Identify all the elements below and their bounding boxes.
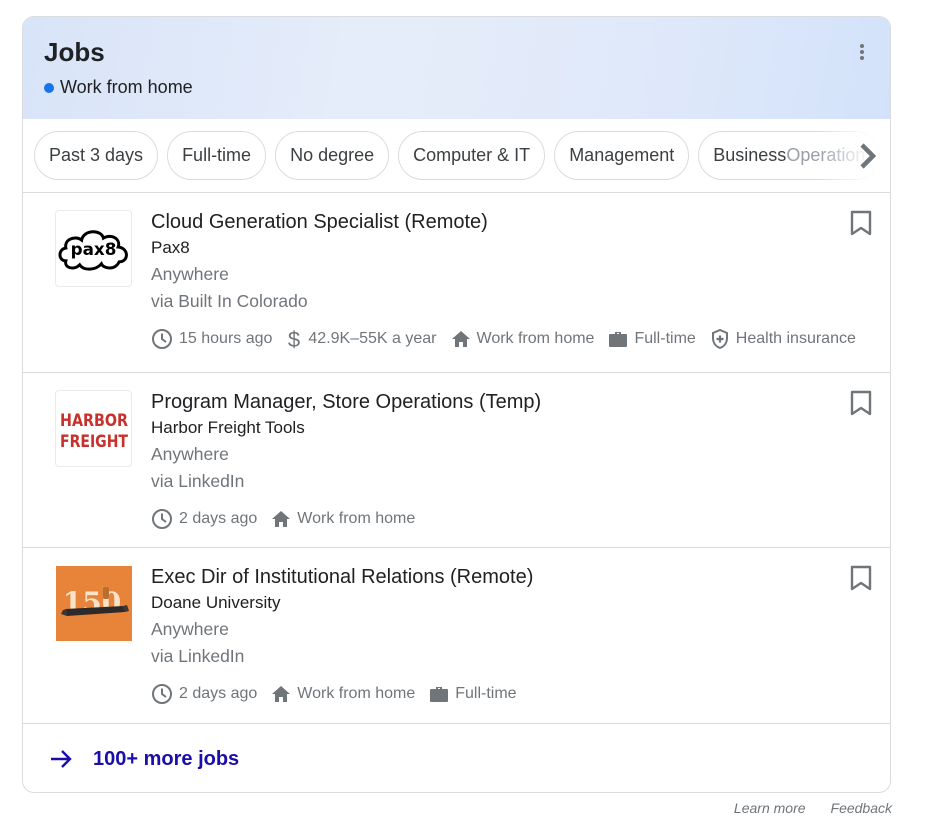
briefcase-icon [609,332,628,347]
salary-text: 42.9K–55K a year [308,330,437,347]
clock-icon [152,329,172,349]
benefit: Health insurance [710,328,856,350]
posted-time-text: 2 days ago [179,510,258,527]
more-jobs-label: 100+ more jobs [93,747,240,770]
more-vert-icon-dot [860,50,864,54]
work-type-text: Work from home [297,510,416,527]
svg-text:HARBOR: HARBOR [60,411,128,431]
chip-label: No degree [290,145,375,165]
chip-label: Business [713,145,787,165]
svg-text:FREIGHT: FREIGHT [60,432,128,452]
work-type: Work from home [271,685,415,703]
chip-past-3-days[interactable]: Past 3 days [34,131,159,180]
learn-more-link[interactable]: Learn more [734,800,806,816]
active-filter: Work from home [44,77,193,98]
posted-time: 2 days ago [151,508,257,530]
chip-full-time[interactable]: Full-time [167,131,267,180]
posted-time-text: 15 hours ago [179,330,273,347]
job-company: Harbor Freight Tools [151,418,305,437]
job-info: Exec Dir of Institutional Relations (Rem… [151,564,533,705]
work-type-text: Work from home [476,330,595,347]
pax8-logo-icon: pax8 [58,229,128,271]
job-meta: 15 hours ago $ 42.9K–55K a year Work fro… [151,328,870,350]
clock-icon [152,509,172,529]
chip-management[interactable]: Management [554,131,690,180]
benefit-text: Health insurance [735,330,856,347]
chip-label: Past 3 days [49,145,144,165]
clock-icon [152,684,172,704]
posted-time-text: 2 days ago [179,685,258,702]
briefcase-icon [430,687,449,702]
chip-label: Computer & IT [413,145,531,165]
chip-label: Management [569,145,675,165]
schedule-text: Full-time [634,330,696,347]
salary: $ 42.9K–55K a year [286,328,436,350]
jobs-card: Jobs Work from home Past 3 days Full-tim… [22,16,891,793]
more-options-button[interactable] [854,41,870,63]
work-type-text: Work from home [297,685,416,702]
more-jobs-link[interactable]: 100+ more jobs [23,725,890,792]
harbor-freight-logo-icon: HARBOR FREIGHT [60,411,128,452]
svg-text:pax8: pax8 [71,238,117,258]
job-title[interactable]: Exec Dir of Institutional Relations (Rem… [151,564,533,590]
job-source: via Built In Colorado [151,290,308,311]
job-listing[interactable]: pax8 Cloud Generation Specialist (Remote… [23,193,890,373]
more-vert-icon [860,44,864,48]
job-company: Pax8 [151,238,190,257]
job-listing[interactable]: 150 Exec Dir of Institutional Relations … [23,548,890,724]
job-title[interactable]: Program Manager, Store Operations (Temp) [151,389,541,415]
job-title[interactable]: Cloud Generation Specialist (Remote) [151,209,870,235]
doane-150-logo-icon: 150 [61,586,129,619]
bookmark-icon[interactable] [849,209,873,237]
posted-time: 2 days ago [151,683,257,705]
schedule: Full-time [608,330,696,348]
job-info: Cloud Generation Specialist (Remote) Pax… [151,209,870,350]
job-meta: 2 days ago Work from home [151,508,541,530]
schedule: Full-time [429,685,517,703]
home-icon [451,331,470,347]
job-location: Anywhere [151,444,229,464]
active-filter-label: Work from home [60,77,193,97]
job-info: Program Manager, Store Operations (Temp)… [151,389,541,530]
schedule-text: Full-time [455,685,517,702]
feedback-link[interactable]: Feedback [831,800,892,816]
footer-links: Learn more Feedback [709,800,892,816]
chip-no-degree[interactable]: No degree [275,131,390,180]
work-type: Work from home [271,510,415,528]
filter-dot-icon [44,82,54,93]
work-type: Work from home [451,330,595,348]
posted-time: 15 hours ago [151,328,272,350]
jobs-title: Jobs [44,37,105,67]
filter-chips-row: Past 3 days Full-time No degree Computer… [23,119,890,193]
job-source: via LinkedIn [151,470,245,491]
arrow-right-icon [51,750,72,768]
job-listing[interactable]: HARBOR FREIGHT Program Manager, Store Op… [23,373,890,548]
home-icon [272,511,291,527]
dollar-icon: $ [288,328,300,350]
job-source: via LinkedIn [151,645,245,666]
more-vert-icon-dot [860,56,864,60]
job-company: Doane University [151,593,281,612]
home-icon [272,686,291,702]
health-shield-icon [711,328,728,350]
company-logo-doane: 150 [56,566,132,641]
bookmark-icon[interactable] [849,389,873,417]
jobs-header: Jobs Work from home [23,17,890,119]
chip-computer-it[interactable]: Computer & IT [398,131,546,180]
chevron-right-icon[interactable] [856,141,880,171]
job-location: Anywhere [151,264,229,284]
job-meta: 2 days ago Work from home Full-time [151,683,533,705]
company-logo-pax8: pax8 [55,210,132,287]
job-location: Anywhere [151,619,229,639]
filter-chips: Past 3 days Full-time No degree Computer… [34,131,889,180]
svg-text:$: $ [288,328,300,350]
bookmark-icon[interactable] [849,564,873,592]
chip-label: Full-time [182,145,252,165]
company-logo-harbor-freight: HARBOR FREIGHT [55,390,132,467]
